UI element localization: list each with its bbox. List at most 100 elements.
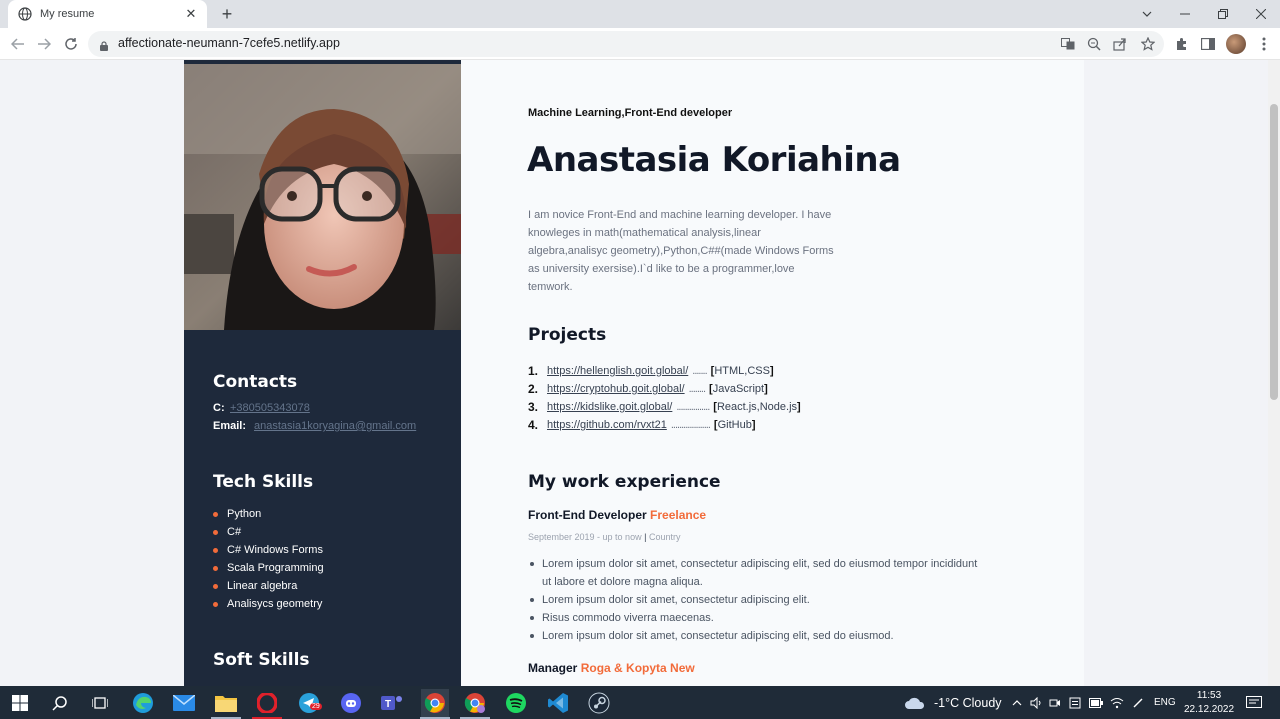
about-text: I am novice Front-End and machine learni… (528, 209, 834, 293)
pen-icon[interactable] (1132, 697, 1144, 709)
tab-strip: My resume ✕ + (0, 0, 1280, 28)
vscode-icon[interactable] (546, 691, 570, 715)
phone-link[interactable]: +380505343078 (230, 402, 310, 414)
tab-title: My resume (40, 8, 95, 20)
share-icon[interactable] (1110, 34, 1130, 54)
job-title: Manager Roga & Kopyta New (528, 661, 695, 675)
restore-icon[interactable] (1204, 0, 1242, 28)
resume-main: Machine Learning,Front-End developer Ana… (461, 60, 1084, 686)
steam-icon[interactable] (587, 691, 611, 715)
project-link[interactable]: https://github.com/rvxt21 (547, 419, 667, 431)
translate-icon[interactable] (1058, 34, 1078, 54)
spotify-icon[interactable] (504, 691, 528, 715)
list-item: C# (213, 523, 324, 541)
list-item: C# Windows Forms (213, 541, 324, 559)
chrome-profile-icon[interactable] (463, 691, 487, 715)
lock-icon (100, 38, 108, 51)
list-item: Linear algebra (213, 577, 324, 595)
bookmark-star-icon[interactable] (1138, 34, 1158, 54)
projects-list: 1. https://hellenglish.goit.global/ ....… (528, 362, 801, 434)
url-text: affectionate-neumann-7cefe5.netlify.app (118, 36, 340, 50)
notifications-icon[interactable] (1246, 686, 1262, 719)
teams-icon[interactable]: T (380, 691, 404, 715)
meet-icon[interactable] (1049, 697, 1061, 709)
clock-time: 11:53 (1196, 689, 1222, 701)
search-icon[interactable] (48, 691, 72, 715)
profile-photo (184, 64, 461, 330)
discord-icon[interactable] (339, 691, 363, 715)
list-item: Analisycs geometry (213, 595, 324, 613)
list-item: 4. https://github.com/rvxt21 ...........… (528, 418, 756, 432)
svg-text:T: T (385, 699, 391, 710)
opera-icon[interactable] (255, 691, 279, 715)
system-tray-icons (1012, 686, 1144, 719)
globe-icon (18, 7, 32, 21)
menu-icon[interactable] (1254, 34, 1274, 54)
job-title: Front-End Developer Freelance (528, 508, 707, 522)
tab-search-icon[interactable] (1128, 0, 1166, 28)
telegram-badge: 29 (310, 703, 322, 710)
email-link[interactable]: anastasia1koryagina@gmail.com (254, 420, 416, 432)
close-tab-icon[interactable]: ✕ (183, 6, 199, 22)
volume-icon[interactable] (1030, 696, 1042, 709)
phone-label: C: (213, 402, 225, 414)
battery-icon[interactable] (1088, 697, 1103, 708)
job-duties: Lorem ipsum dolor sit amet, consectetur … (528, 555, 978, 645)
clock-date: 22.12.2022 (1184, 703, 1235, 715)
page-viewport: Contacts C: +380505343078 Email: anastas… (0, 60, 1280, 686)
list-item: Lorem ipsum dolor sit amet, consectetur … (528, 555, 978, 591)
list-item: 3. https://kidslike.goit.global/ .......… (528, 400, 801, 414)
browser-toolbar: affectionate-neumann-7cefe5.netlify.app (0, 28, 1280, 60)
contacts-heading: Contacts (213, 372, 298, 392)
zoom-icon[interactable] (1084, 34, 1104, 54)
address-bar[interactable]: affectionate-neumann-7cefe5.netlify.app (88, 31, 1164, 57)
project-link[interactable]: https://hellenglish.goit.global/ (547, 365, 688, 377)
list-item: Lorem ipsum dolor sit amet, consectetur … (528, 591, 978, 609)
language-indicator[interactable]: ENG (1154, 686, 1176, 719)
task-view-icon[interactable] (88, 691, 112, 715)
cloud-icon (905, 697, 925, 709)
weather-text: -1°C Cloudy (934, 695, 1002, 710)
profile-avatar[interactable] (1226, 34, 1246, 54)
new-tab-button[interactable]: + (217, 4, 237, 24)
projects-heading: Projects (528, 325, 607, 345)
forward-icon[interactable] (34, 34, 54, 54)
project-link[interactable]: https://kidslike.goit.global/ (547, 401, 672, 413)
close-window-icon[interactable] (1242, 0, 1280, 28)
company-name: Roga & Kopyta New (580, 661, 695, 675)
wifi-icon[interactable] (1110, 697, 1124, 709)
edge-icon[interactable] (131, 691, 155, 715)
tech-skills-heading: Tech Skills (213, 472, 314, 492)
taskbar: 29 T -1°C Cloudy ENG 11:53 22.12.2022 (0, 686, 1280, 719)
job-dates: September 2019 - up to now | Country (528, 532, 681, 542)
experience-heading: My work experience (528, 472, 721, 492)
tab-my-resume[interactable]: My resume ✕ (8, 0, 207, 28)
resume-sidebar: Contacts C: +380505343078 Email: anastas… (184, 60, 461, 686)
scrollbar-thumb[interactable] (1270, 104, 1278, 400)
list-item: Python (213, 505, 324, 523)
list-item: 1. https://hellenglish.goit.global/ ....… (528, 364, 774, 378)
minimize-icon[interactable] (1166, 0, 1204, 28)
side-panel-icon[interactable] (1198, 34, 1218, 54)
telegram-icon[interactable]: 29 (297, 691, 322, 715)
company-name: Freelance (650, 508, 707, 522)
chrome-icon[interactable] (421, 689, 449, 717)
email-label: Email: (213, 420, 247, 432)
list-item: 2. https://cryptohub.goit.global/ ......… (528, 382, 768, 396)
tech-skills-list: Python C# C# Windows Forms Scala Program… (213, 505, 324, 613)
back-icon[interactable] (8, 34, 28, 54)
extensions-icon[interactable] (1172, 34, 1192, 54)
clock[interactable]: 11:53 22.12.2022 (1184, 686, 1234, 719)
weather-widget[interactable]: -1°C Cloudy (904, 686, 1002, 719)
scrollbar[interactable] (1268, 60, 1280, 686)
soft-skills-heading: Soft Skills (213, 650, 310, 670)
project-link[interactable]: https://cryptohub.goit.global/ (547, 383, 685, 395)
page-title: Anastasia Koriahina (527, 140, 901, 180)
clipboard-icon[interactable] (1069, 697, 1081, 709)
windows-start-icon[interactable] (8, 691, 32, 715)
list-item: Scala Programming (213, 559, 324, 577)
mail-icon[interactable] (172, 691, 196, 715)
chevron-up-icon[interactable] (1012, 699, 1022, 706)
reload-icon[interactable] (61, 34, 81, 54)
file-explorer-icon[interactable] (214, 691, 238, 715)
